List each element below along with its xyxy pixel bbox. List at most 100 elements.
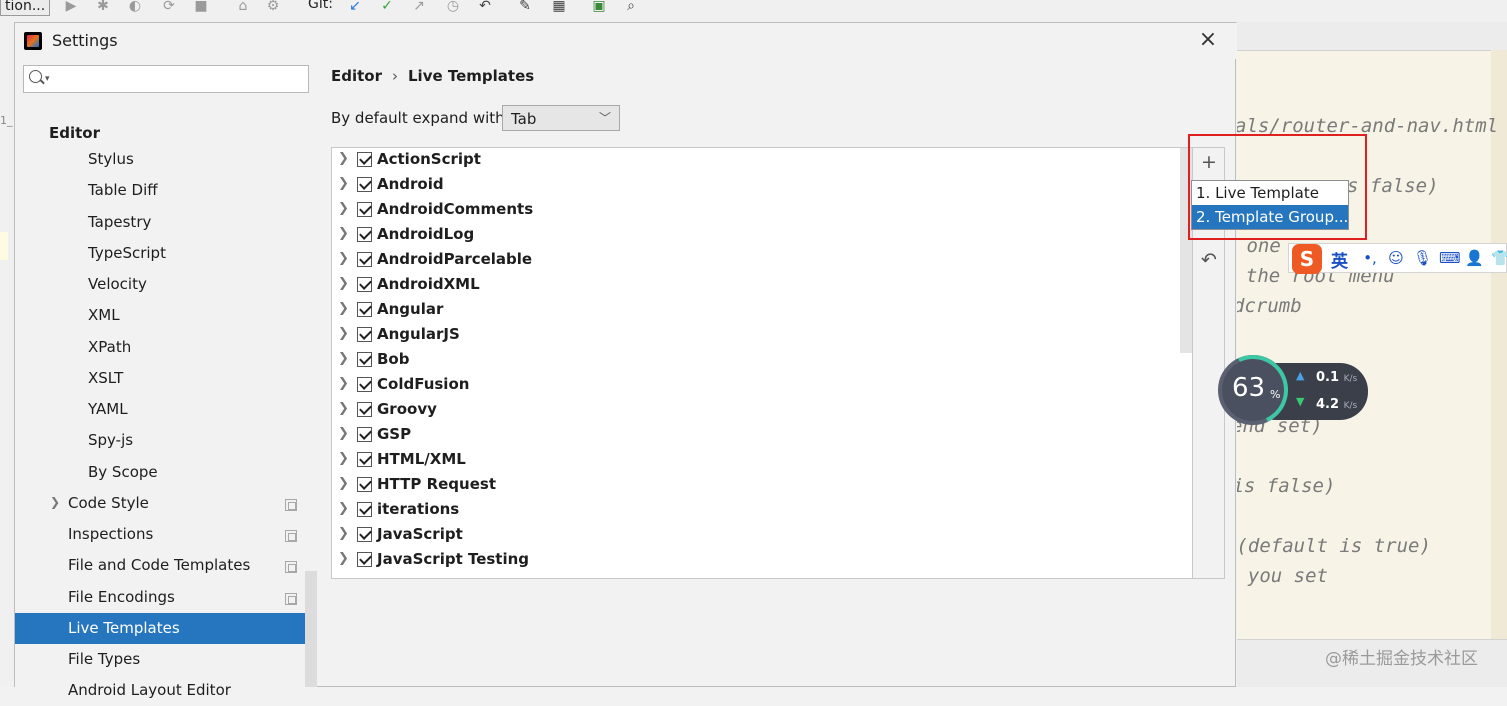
sidebar-item-xml[interactable]: XML: [88, 300, 120, 331]
search-everywhere-icon[interactable]: ⌕: [622, 0, 640, 15]
chevron-right-icon[interactable]: ❯: [338, 276, 349, 291]
sidebar-item-android-layout-editor[interactable]: Android Layout Editor: [68, 675, 231, 706]
sidebar-item-table-diff[interactable]: Table Diff: [88, 175, 158, 206]
sidebar-item-code-style[interactable]: Code Style: [68, 488, 149, 519]
sidebar-item-spy-js[interactable]: Spy-js: [88, 425, 133, 456]
template-group-row[interactable]: ❯ JavaScript: [332, 523, 1180, 548]
tree-scrollbar[interactable]: [1180, 148, 1192, 353]
restore-defaults-icon[interactable]: ↶: [1198, 249, 1220, 271]
sidebar-item-inspections[interactable]: Inspections: [68, 519, 153, 550]
sidebar-item-file-types[interactable]: File Types: [68, 644, 140, 675]
group-enabled-checkbox[interactable]: [357, 477, 372, 492]
group-enabled-checkbox[interactable]: [357, 352, 372, 367]
chevron-right-icon[interactable]: ❯: [338, 451, 349, 466]
template-group-row[interactable]: ❯ AngularJS: [332, 323, 1180, 348]
group-enabled-checkbox[interactable]: [357, 227, 372, 242]
group-enabled-checkbox[interactable]: [357, 177, 372, 192]
network-speed-widget[interactable]: 63 % ▲ ▼ 0.1 K/s 4.2 K/s: [1208, 345, 1368, 435]
chevron-right-icon[interactable]: ❯: [338, 151, 349, 166]
template-group-row[interactable]: ❯ iterations: [332, 498, 1180, 523]
user-icon[interactable]: 👤: [1465, 249, 1484, 267]
sidebar-item-live-templates[interactable]: Live Templates: [15, 613, 317, 644]
stop-icon[interactable]: ■: [192, 0, 210, 15]
project-structure-icon[interactable]: ▦: [550, 0, 568, 15]
git-update-icon[interactable]: ↙: [346, 0, 364, 15]
template-group-row[interactable]: ❯ HTML/XML: [332, 448, 1180, 473]
sidebar-item-typescript[interactable]: TypeScript: [88, 238, 166, 269]
expand-with-select[interactable]: Tab ﹀: [502, 105, 620, 131]
terminal-icon[interactable]: ▣: [590, 0, 608, 15]
settings-search-input[interactable]: [56, 68, 306, 90]
chevron-right-icon[interactable]: ❯: [338, 426, 349, 441]
sync-icon[interactable]: ⚙: [264, 0, 282, 15]
template-group-row[interactable]: ❯ Groovy: [332, 398, 1180, 423]
template-group-row[interactable]: ❯ AndroidParcelable: [332, 248, 1180, 273]
close-button[interactable]: ×: [1193, 25, 1223, 55]
chevron-right-icon[interactable]: ❯: [338, 176, 349, 191]
profile-icon[interactable]: ⟳: [160, 0, 178, 15]
template-group-row[interactable]: ❯ AndroidLog: [332, 223, 1180, 248]
menu-item-live-template[interactable]: 1. Live Template: [1192, 181, 1348, 205]
template-group-row[interactable]: ❯ JavaScript Testing: [332, 548, 1180, 573]
template-group-row[interactable]: ❯ ActionScript: [332, 148, 1180, 173]
build-icon[interactable]: ⌂: [234, 0, 252, 15]
chevron-right-icon[interactable]: ❯: [50, 495, 60, 509]
group-enabled-checkbox[interactable]: [357, 452, 372, 467]
run-icon[interactable]: ▶: [62, 0, 80, 15]
group-enabled-checkbox[interactable]: [357, 202, 372, 217]
git-commit-icon[interactable]: ✓: [378, 0, 396, 15]
git-push-icon[interactable]: ↗: [410, 0, 428, 15]
chevron-right-icon[interactable]: ❯: [338, 251, 349, 266]
chevron-right-icon[interactable]: ❯: [338, 476, 349, 491]
emoji-icon[interactable]: ☺: [1387, 249, 1405, 267]
git-rollback-icon[interactable]: ↶: [476, 0, 494, 15]
group-enabled-checkbox[interactable]: [357, 152, 372, 167]
template-group-row[interactable]: ❯ ColdFusion: [332, 373, 1180, 398]
chevron-right-icon[interactable]: ❯: [338, 501, 349, 516]
sogou-logo-icon[interactable]: S: [1292, 244, 1322, 274]
template-group-row[interactable]: ❯ Angular: [332, 298, 1180, 323]
microphone-icon[interactable]: 🎙: [1413, 249, 1432, 267]
settings-wrench-icon[interactable]: ✎: [516, 0, 534, 15]
chevron-right-icon[interactable]: ❯: [338, 401, 349, 416]
group-enabled-checkbox[interactable]: [357, 327, 372, 342]
sidebar-scrollbar[interactable]: [305, 571, 317, 687]
coverage-icon[interactable]: ◐: [126, 0, 144, 15]
git-history-icon[interactable]: ◷: [444, 0, 462, 15]
sidebar-item-xpath[interactable]: XPath: [88, 332, 131, 363]
chevron-right-icon[interactable]: ❯: [338, 551, 349, 566]
chevron-right-icon[interactable]: ❯: [338, 201, 349, 216]
menu-item-template-group[interactable]: 2. Template Group...: [1192, 205, 1348, 229]
sidebar-item-tapestry[interactable]: Tapestry: [88, 207, 151, 238]
template-group-row[interactable]: ❯ HTTP Request: [332, 473, 1180, 498]
template-group-row[interactable]: ❯ Android: [332, 173, 1180, 198]
ime-mode-toggle[interactable]: 英: [1331, 247, 1348, 272]
template-group-row[interactable]: ❯ GSP: [332, 423, 1180, 448]
add-icon[interactable]: +: [1198, 151, 1220, 173]
template-group-row[interactable]: ❯ Bob: [332, 348, 1180, 373]
group-enabled-checkbox[interactable]: [357, 502, 372, 517]
group-enabled-checkbox[interactable]: [357, 527, 372, 542]
chevron-down-icon[interactable]: ▾: [45, 74, 50, 84]
group-enabled-checkbox[interactable]: [357, 402, 372, 417]
template-group-row[interactable]: ❯ AndroidXML: [332, 273, 1180, 298]
template-group-row[interactable]: ❯ AndroidComments: [332, 198, 1180, 223]
chevron-right-icon[interactable]: ❯: [338, 376, 349, 391]
chevron-right-icon[interactable]: ❯: [338, 351, 349, 366]
chevron-right-icon[interactable]: ❯: [338, 526, 349, 541]
group-enabled-checkbox[interactable]: [357, 427, 372, 442]
keyboard-icon[interactable]: ⌨: [1439, 249, 1461, 267]
chevron-right-icon[interactable]: ❯: [338, 226, 349, 241]
chevron-right-icon[interactable]: ❯: [338, 301, 349, 316]
sidebar-item-file-encodings[interactable]: File Encodings: [68, 582, 175, 613]
group-enabled-checkbox[interactable]: [357, 552, 372, 567]
sidebar-item-file-and-code-templates[interactable]: File and Code Templates: [68, 550, 250, 581]
group-enabled-checkbox[interactable]: [357, 277, 372, 292]
sidebar-item-stylus[interactable]: Stylus: [88, 144, 134, 175]
settings-search-box[interactable]: ▾: [23, 65, 309, 93]
sidebar-item-xslt[interactable]: XSLT: [88, 363, 123, 394]
run-configuration-dropdown[interactable]: tion...: [0, 0, 51, 16]
sidebar-item-by-scope[interactable]: By Scope: [88, 457, 158, 488]
punctuation-icon[interactable]: •,: [1361, 249, 1379, 267]
skin-icon[interactable]: 👕: [1491, 249, 1507, 267]
